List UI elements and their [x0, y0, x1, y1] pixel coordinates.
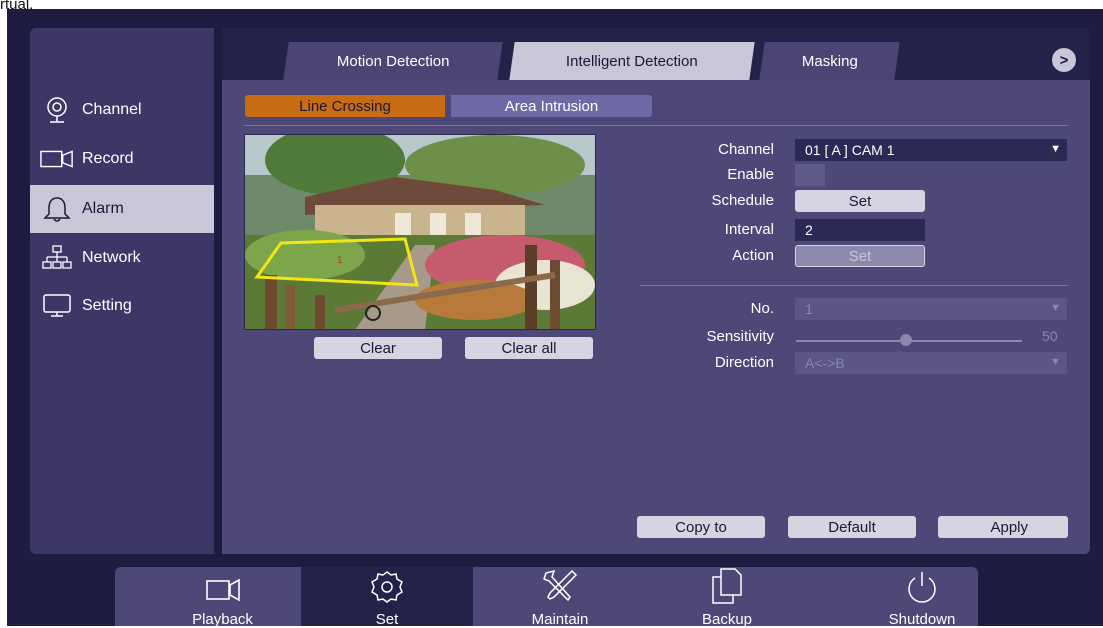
- playback-icon: [201, 575, 245, 609]
- chevron-down-icon: ▼: [1050, 356, 1061, 368]
- no-label: No.: [750, 300, 774, 317]
- sidebar-item-label: Record: [82, 150, 134, 167]
- tab-motion-detection[interactable]: Motion Detection: [283, 42, 503, 80]
- sidebar-item-record[interactable]: Record: [30, 135, 214, 183]
- apply-button[interactable]: Apply: [938, 516, 1068, 538]
- clear-all-button[interactable]: Clear all: [465, 337, 593, 359]
- video-record-icon: [40, 146, 74, 172]
- bell-icon: [40, 196, 74, 222]
- chevron-down-icon: ▼: [1050, 302, 1061, 314]
- network-icon: [40, 245, 74, 271]
- camera-preview[interactable]: 1: [244, 134, 596, 330]
- chevron-down-icon: ▼: [1050, 143, 1061, 155]
- dock-item-playback[interactable]: Playback: [145, 567, 300, 628]
- next-tab-button[interactable]: >: [1052, 48, 1076, 72]
- camera-icon: [40, 97, 74, 123]
- monitor-icon: [40, 293, 74, 319]
- tab-bar: Motion Detection Intelligent Detection M…: [222, 28, 1090, 80]
- direction-label: Direction: [714, 354, 774, 371]
- dock-item-shutdown[interactable]: Shutdown: [837, 567, 1007, 628]
- channel-label: Channel: [718, 141, 774, 158]
- action-label: Action: [732, 247, 774, 264]
- subtab-area-intrusion[interactable]: Area Intrusion: [451, 95, 652, 117]
- sidebar-item-channel[interactable]: Channel: [30, 86, 214, 134]
- sensitivity-slider-handle[interactable]: [900, 334, 912, 346]
- bottom-dock: Playback Set Maintain Backup Shutdown: [115, 567, 978, 628]
- form-divider: [640, 285, 1068, 286]
- dock-item-backup[interactable]: Backup: [647, 567, 807, 628]
- sidebar: Channel Record Alarm Network Setting: [30, 28, 214, 554]
- sidebar-item-network[interactable]: Network: [30, 234, 214, 282]
- divider: [244, 125, 1068, 126]
- sidebar-item-alarm[interactable]: Alarm: [30, 185, 214, 233]
- schedule-label: Schedule: [711, 192, 774, 209]
- action-set-button[interactable]: Set: [795, 245, 925, 267]
- clear-button[interactable]: Clear: [314, 337, 442, 359]
- enable-label: Enable: [727, 166, 774, 183]
- dock-item-set[interactable]: Set: [301, 567, 473, 628]
- interval-input[interactable]: 2: [795, 219, 925, 241]
- sidebar-item-label: Setting: [82, 297, 132, 314]
- sidebar-item-label: Alarm: [82, 200, 124, 217]
- tools-icon: [540, 567, 580, 609]
- sidebar-item-label: Network: [82, 249, 141, 266]
- dock-item-maintain[interactable]: Maintain: [475, 567, 645, 628]
- default-button[interactable]: Default: [788, 516, 916, 538]
- sensitivity-label: Sensitivity: [706, 328, 774, 345]
- subtab-line-crossing[interactable]: Line Crossing: [245, 95, 445, 117]
- interval-label: Interval: [724, 221, 774, 238]
- copy-to-button[interactable]: Copy to: [637, 516, 765, 538]
- sidebar-item-label: Channel: [82, 101, 142, 118]
- garden-scene-image: 1: [245, 135, 595, 329]
- sensitivity-value: 50: [1042, 328, 1058, 344]
- tab-masking[interactable]: Masking: [759, 42, 900, 80]
- main-panel: Motion Detection Intelligent Detection M…: [222, 28, 1090, 554]
- channel-select[interactable]: 01 [ A ] CAM 1 ▼: [795, 139, 1067, 161]
- backup-icon: [709, 567, 745, 609]
- sidebar-item-setting[interactable]: Setting: [30, 282, 214, 330]
- tab-intelligent-detection[interactable]: Intelligent Detection: [509, 42, 755, 80]
- zone-marker-label: 1: [337, 255, 343, 266]
- no-select[interactable]: 1 ▼: [795, 298, 1067, 320]
- direction-select[interactable]: A<->B ▼: [795, 352, 1067, 374]
- power-icon: [904, 569, 940, 609]
- schedule-set-button[interactable]: Set: [795, 190, 925, 212]
- gear-icon: [367, 569, 407, 609]
- enable-checkbox[interactable]: [795, 164, 825, 186]
